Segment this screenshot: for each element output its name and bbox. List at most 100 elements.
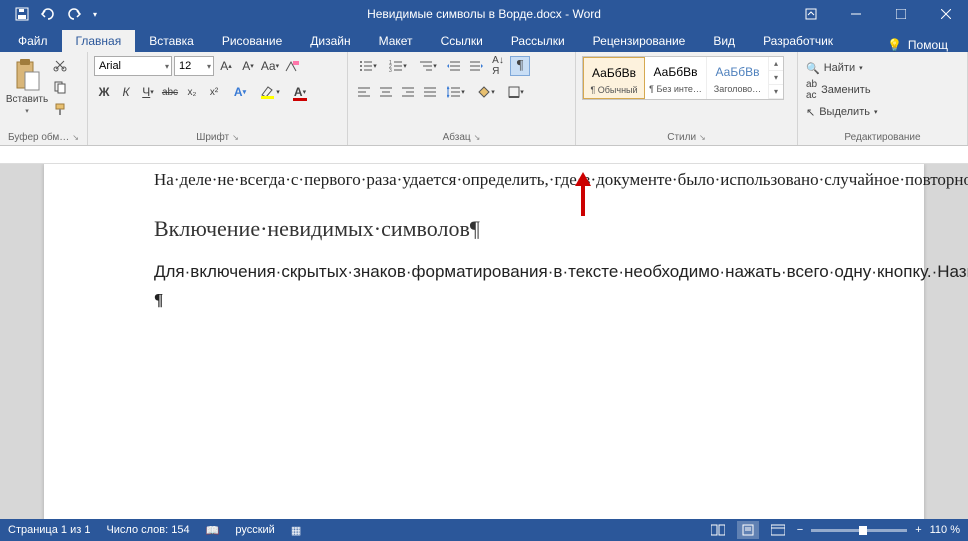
shading-button[interactable]: ▾ [472, 82, 500, 102]
ruler[interactable] [0, 146, 968, 164]
sort-button[interactable]: А↓Я [488, 56, 508, 76]
format-painter-button[interactable] [51, 100, 69, 118]
maximize-button[interactable] [878, 0, 923, 28]
doc-paragraph-1[interactable]: На·деле·не·всегда·с·первого·раза·удается… [154, 168, 814, 192]
view-web-button[interactable] [767, 521, 789, 539]
doc-paragraph-3[interactable]: ¶ [154, 288, 814, 312]
styles-gallery: АаБбВв ¶ Обычный АаБбВв ¶ Без инте… АаБб… [582, 56, 784, 100]
subscript-button[interactable]: x₂ [182, 82, 202, 102]
grow-font-button[interactable]: A▴ [216, 56, 236, 76]
tell-me-icon[interactable]: 💡 [887, 38, 902, 52]
change-case-button[interactable]: Aa▾ [260, 56, 280, 76]
ribbon-options-button[interactable] [788, 0, 833, 28]
tab-review[interactable]: Рецензирование [579, 30, 700, 52]
close-button[interactable] [923, 0, 968, 28]
font-name-combo[interactable]: Arial▾ [94, 56, 172, 76]
styles-scroll-down[interactable]: ▾ [769, 71, 783, 85]
tab-draw[interactable]: Рисование [208, 30, 296, 52]
bullets-button[interactable]: ▾ [354, 56, 382, 76]
tab-design[interactable]: Дизайн [296, 30, 364, 52]
select-button[interactable]: ↖Выделить▾ [804, 102, 879, 122]
paragraph-launcher[interactable]: ↘ [474, 133, 481, 142]
highlight-button[interactable]: ▾ [256, 82, 284, 102]
tab-insert[interactable]: Вставка [135, 30, 208, 52]
status-bar: Страница 1 из 1 Число слов: 154 📖 русски… [0, 519, 968, 541]
paste-button[interactable]: Вставить ▾ [6, 56, 48, 117]
document-area[interactable]: На·деле·не·всегда·с·первого·раза·удается… [0, 164, 968, 519]
styles-expand[interactable]: ▾ [769, 85, 783, 99]
font-color-button[interactable]: A▾ [286, 82, 314, 102]
group-paragraph: ▾ 123▾ ▾ А↓Я ¶ ▾ ▾ ▾ Абзац↘ [348, 52, 576, 145]
style-no-spacing[interactable]: АаБбВв ¶ Без инте… [645, 57, 707, 99]
line-spacing-button[interactable]: ▾ [442, 82, 470, 102]
superscript-button[interactable]: x² [204, 82, 224, 102]
decrease-indent-button[interactable] [444, 56, 464, 76]
page: На·деле·не·всегда·с·первого·раза·удается… [44, 164, 924, 519]
strikethrough-button[interactable]: abc [160, 82, 180, 102]
ribbon: Вставить ▾ Буфер обм…↘ Arial▾ 12▾ A▴ A▾ … [0, 52, 968, 146]
status-page[interactable]: Страница 1 из 1 [8, 524, 90, 536]
quick-access-toolbar: ▾ [0, 3, 102, 25]
ribbon-tabs: Файл Главная Вставка Рисование Дизайн Ма… [0, 28, 968, 52]
cut-button[interactable] [51, 56, 69, 74]
status-language[interactable]: русский [235, 524, 274, 536]
copy-button[interactable] [51, 78, 69, 96]
style-heading1[interactable]: АаБбВв Заголово… [707, 57, 769, 99]
status-spellcheck-icon[interactable]: 📖 [206, 524, 220, 537]
group-font: Arial▾ 12▾ A▴ A▾ Aa▾ Ж К Ч▾ abc x₂ x² A▾… [88, 52, 348, 145]
tab-file[interactable]: Файл [4, 30, 62, 52]
justify-button[interactable] [420, 82, 440, 102]
multilevel-button[interactable]: ▾ [414, 56, 442, 76]
tab-home[interactable]: Главная [62, 30, 136, 52]
increase-indent-button[interactable] [466, 56, 486, 76]
undo-button[interactable] [36, 3, 60, 25]
align-left-button[interactable] [354, 82, 374, 102]
doc-heading-1[interactable]: Включение·невидимых·символов¶ [154, 216, 814, 242]
status-words[interactable]: Число слов: 154 [106, 524, 189, 536]
borders-button[interactable]: ▾ [502, 82, 530, 102]
numbering-button[interactable]: 123▾ [384, 56, 412, 76]
align-center-button[interactable] [376, 82, 396, 102]
tab-view[interactable]: Вид [699, 30, 749, 52]
group-clipboard-label: Буфер обм… [8, 132, 69, 143]
group-styles-label: Стили [667, 132, 696, 143]
align-right-button[interactable] [398, 82, 418, 102]
view-print-button[interactable] [737, 521, 759, 539]
zoom-level[interactable]: 110 % [930, 524, 960, 536]
style-normal[interactable]: АаБбВв ¶ Обычный [583, 57, 645, 99]
minimize-button[interactable] [833, 0, 878, 28]
text-effects-button[interactable]: A▾ [226, 82, 254, 102]
replace-icon: abac [806, 79, 817, 101]
font-launcher[interactable]: ↘ [232, 133, 239, 142]
font-size-combo[interactable]: 12▾ [174, 56, 214, 76]
zoom-in-button[interactable]: + [915, 524, 921, 536]
tell-me-label[interactable]: Помощ [908, 38, 948, 52]
tab-mailings[interactable]: Рассылки [497, 30, 579, 52]
view-read-button[interactable] [707, 521, 729, 539]
find-button[interactable]: 🔍Найти▾ [804, 58, 865, 78]
qat-customize-button[interactable]: ▾ [88, 3, 102, 25]
save-button[interactable] [10, 3, 34, 25]
document-title: Невидимые символы в Ворде.docx - Word [367, 7, 601, 21]
zoom-slider[interactable] [811, 529, 907, 532]
doc-paragraph-2[interactable]: Для·включения·скрытых·знаков·форматирова… [154, 260, 814, 284]
italic-button[interactable]: К [116, 82, 136, 102]
group-editing: 🔍Найти▾ abacЗаменить ↖Выделить▾ Редактир… [798, 52, 968, 145]
clear-format-button[interactable] [282, 56, 302, 76]
shrink-font-button[interactable]: A▾ [238, 56, 258, 76]
show-hide-marks-button[interactable]: ¶ [510, 56, 530, 76]
callout-arrow-icon [574, 172, 592, 216]
underline-button[interactable]: Ч▾ [138, 82, 158, 102]
bold-button[interactable]: Ж [94, 82, 114, 102]
title-bar: ▾ Невидимые символы в Ворде.docx - Word [0, 0, 968, 28]
tab-layout[interactable]: Макет [365, 30, 427, 52]
styles-launcher[interactable]: ↘ [699, 133, 706, 142]
replace-button[interactable]: abacЗаменить [804, 80, 873, 100]
tab-references[interactable]: Ссылки [427, 30, 497, 52]
tab-developer[interactable]: Разработчик [749, 30, 847, 52]
clipboard-launcher[interactable]: ↘ [72, 133, 79, 142]
styles-scroll-up[interactable]: ▴ [769, 57, 783, 71]
status-macro-icon[interactable]: ▦ [291, 524, 301, 537]
zoom-out-button[interactable]: − [797, 524, 803, 536]
redo-button[interactable] [62, 3, 86, 25]
